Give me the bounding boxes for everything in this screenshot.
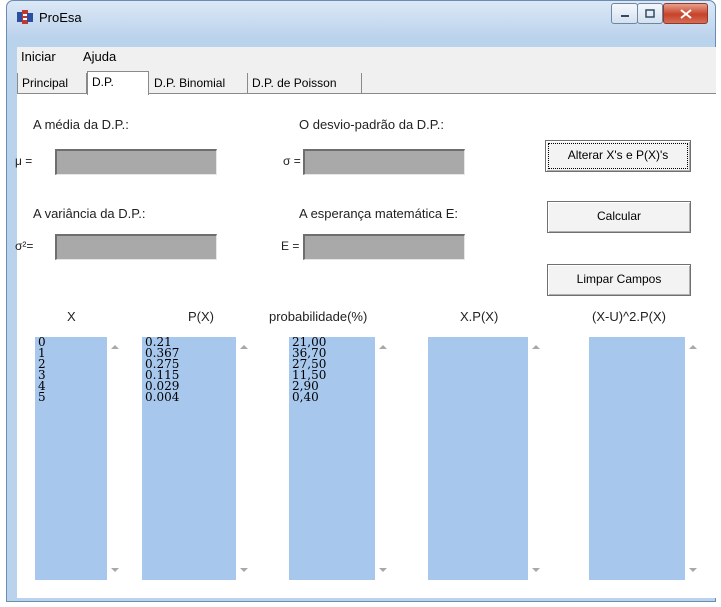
sigma-prefix: σ = bbox=[283, 154, 301, 168]
list-probabilidade[interactable]: 21,00 36,70 27,50 11,50 2,90 0,40 bbox=[289, 336, 375, 580]
tab-dp[interactable]: D.P. bbox=[87, 71, 149, 95]
scroll-down-icon[interactable] bbox=[240, 568, 248, 572]
scroll-down-icon[interactable] bbox=[111, 568, 119, 572]
list-px[interactable]: 0.21 0.367 0.275 0.115 0.029 0.004 bbox=[142, 336, 236, 580]
limpar-campos-button[interactable]: Limpar Campos bbox=[547, 264, 691, 296]
close-icon bbox=[664, 4, 707, 23]
e-prefix: E = bbox=[281, 239, 300, 253]
title-bar[interactable]: ProEsa bbox=[7, 1, 715, 37]
col-header-px: P(X) bbox=[188, 309, 214, 324]
scroll-down-icon[interactable] bbox=[689, 568, 697, 572]
list-item[interactable]: 2 bbox=[35, 358, 107, 370]
list-xpx[interactable] bbox=[428, 337, 528, 580]
variancia-field bbox=[55, 234, 217, 260]
dp-panel: A média da D.P.: μ = O desvio-padrão da … bbox=[15, 93, 716, 598]
desvio-field bbox=[303, 149, 465, 175]
tab-principal[interactable]: Principal bbox=[17, 73, 87, 93]
list-item[interactable]: 0.004 bbox=[142, 391, 236, 403]
esperanca-field bbox=[303, 234, 465, 260]
desvio-label: O desvio-padrão da D.P.: bbox=[299, 117, 445, 132]
scroll-up-icon[interactable] bbox=[240, 345, 248, 349]
variancia-label: A variância da D.P.: bbox=[33, 206, 146, 221]
menu-bar: Iniciar Ajuda bbox=[17, 47, 716, 67]
list-item[interactable]: 1 bbox=[35, 347, 107, 359]
scroll-down-icon[interactable] bbox=[532, 568, 540, 572]
tab-dp-poisson[interactable]: D.P. de Poisson bbox=[248, 73, 362, 93]
scroll-down-icon[interactable] bbox=[379, 568, 387, 572]
list-x[interactable]: 012345 bbox=[35, 336, 107, 580]
scroll-up-icon[interactable] bbox=[379, 345, 387, 349]
esperanca-label: A esperança matemática E: bbox=[299, 206, 458, 221]
media-label: A média da D.P.: bbox=[33, 117, 129, 132]
list-px-scrollbar[interactable] bbox=[236, 337, 253, 580]
scroll-up-icon[interactable] bbox=[532, 345, 540, 349]
client-area: Iniciar Ajuda Principal D.P. D.P. Binomi… bbox=[15, 47, 716, 598]
col-header-probabilidade: probabilidade(%) bbox=[269, 309, 368, 324]
maximize-button[interactable] bbox=[637, 3, 663, 24]
col-header-variancia: (X-U)^2.P(X) bbox=[592, 309, 666, 324]
sigma2-prefix: σ²= bbox=[15, 239, 34, 253]
window-title: ProEsa bbox=[39, 10, 82, 25]
scroll-up-icon[interactable] bbox=[111, 345, 119, 349]
list-variancia[interactable] bbox=[589, 337, 685, 580]
tab-dp-binomial[interactable]: D.P. Binomial bbox=[150, 73, 248, 93]
list-item[interactable]: 0,40 bbox=[289, 391, 375, 403]
calcular-button[interactable]: Calcular bbox=[547, 201, 691, 233]
list-xpx-scrollbar[interactable] bbox=[528, 337, 545, 580]
scroll-up-icon[interactable] bbox=[689, 345, 697, 349]
list-probabilidade-scrollbar[interactable] bbox=[375, 337, 392, 580]
mu-prefix: μ = bbox=[15, 154, 33, 168]
alterar-button[interactable]: Alterar X's e P(X)'s bbox=[545, 140, 691, 172]
media-field bbox=[55, 149, 217, 175]
list-variancia-scrollbar[interactable] bbox=[685, 337, 702, 580]
minimize-icon bbox=[612, 4, 637, 23]
list-item[interactable]: 5 bbox=[35, 391, 107, 403]
menu-iniciar[interactable]: Iniciar bbox=[21, 49, 56, 64]
list-item[interactable]: 0 bbox=[35, 336, 107, 348]
close-button[interactable] bbox=[663, 3, 708, 24]
app-window: ProEsa Iniciar Ajuda Principal D.P. D.P.… bbox=[6, 0, 716, 602]
minimize-button[interactable] bbox=[611, 3, 638, 24]
col-header-xpx: X.P(X) bbox=[460, 309, 499, 324]
col-header-x: X bbox=[67, 309, 76, 324]
tab-strip: Principal D.P. D.P. Binomial D.P. de Poi… bbox=[17, 71, 716, 95]
app-icon bbox=[17, 10, 33, 24]
list-x-scrollbar[interactable] bbox=[107, 337, 124, 580]
maximize-icon bbox=[638, 4, 662, 23]
list-item[interactable]: 4 bbox=[35, 380, 107, 392]
menu-ajuda[interactable]: Ajuda bbox=[83, 49, 116, 64]
